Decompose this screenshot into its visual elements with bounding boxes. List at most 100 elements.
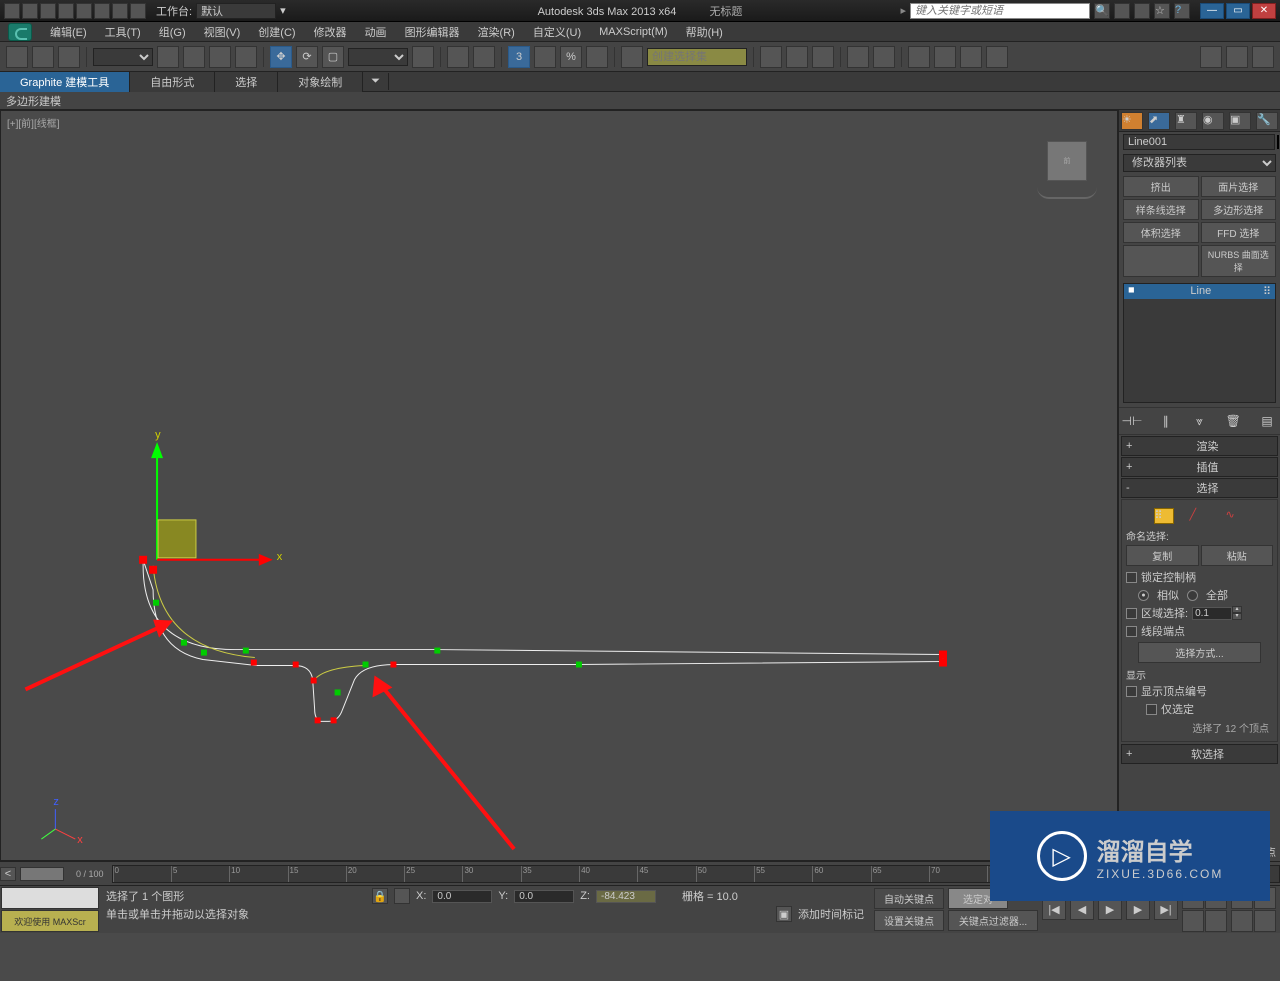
ref-coord-system[interactable] bbox=[348, 48, 408, 66]
area-down-icon[interactable]: ▾ bbox=[1232, 613, 1242, 620]
x-coord[interactable] bbox=[432, 890, 492, 903]
teapot3-icon[interactable] bbox=[1252, 46, 1274, 68]
btn-splinesel[interactable]: 样条线选择 bbox=[1123, 199, 1199, 220]
curve-editor-icon[interactable] bbox=[847, 46, 869, 68]
remove-mod-icon[interactable]: 🗑 bbox=[1224, 414, 1242, 428]
spinner-snap-icon[interactable] bbox=[586, 46, 608, 68]
menu-create[interactable]: 创建(C) bbox=[250, 22, 303, 42]
named-selection-set[interactable] bbox=[647, 48, 747, 66]
link-icon[interactable] bbox=[130, 3, 146, 19]
all-radio[interactable] bbox=[1187, 590, 1198, 601]
drop-icon[interactable] bbox=[76, 3, 92, 19]
snap-toggle-icon[interactable]: 3 bbox=[508, 46, 530, 68]
selection-filter[interactable] bbox=[93, 48, 153, 66]
link-icon[interactable] bbox=[6, 46, 28, 68]
nav-orbit-icon[interactable] bbox=[1182, 910, 1204, 932]
key-icon[interactable] bbox=[1114, 3, 1130, 19]
menu-help[interactable]: 帮助(H) bbox=[678, 22, 731, 42]
menu-rendering[interactable]: 渲染(R) bbox=[470, 22, 523, 42]
only-sel-check[interactable] bbox=[1146, 704, 1157, 715]
alike-radio[interactable] bbox=[1138, 590, 1149, 601]
z-coord[interactable] bbox=[596, 890, 656, 903]
unlink-icon[interactable] bbox=[32, 46, 54, 68]
tab-toggle-icon[interactable]: ⏷ bbox=[363, 73, 389, 90]
hierarchy-tab-icon[interactable]: ♜ bbox=[1175, 112, 1197, 130]
iso-icon[interactable] bbox=[394, 888, 410, 904]
utilities-tab-icon[interactable]: 🔧 bbox=[1256, 112, 1278, 130]
segend-check[interactable] bbox=[1126, 626, 1137, 637]
drop2-icon[interactable] bbox=[112, 3, 128, 19]
goto-start-icon[interactable]: |◀ bbox=[1042, 900, 1066, 920]
rollout-render[interactable]: +渲染 bbox=[1121, 436, 1278, 456]
unique-icon[interactable]: ⩔ bbox=[1191, 414, 1209, 428]
angle-snap-icon[interactable] bbox=[534, 46, 556, 68]
timeline-toggle-icon[interactable]: < bbox=[0, 867, 16, 881]
rollout-select[interactable]: -选择 bbox=[1121, 478, 1278, 498]
bind-icon[interactable] bbox=[58, 46, 80, 68]
mirror-icon[interactable] bbox=[760, 46, 782, 68]
material-editor-icon[interactable] bbox=[908, 46, 930, 68]
tab-selection[interactable]: 选择 bbox=[215, 72, 278, 92]
star-icon[interactable]: ☆ bbox=[1154, 3, 1170, 19]
next-frame-icon[interactable]: ▶ bbox=[1126, 900, 1150, 920]
rotate-icon[interactable]: ⟳ bbox=[296, 46, 318, 68]
vertex-subobj-icon[interactable]: ⠿ bbox=[1154, 508, 1174, 524]
keyfilter-button[interactable]: 关键点过滤器... bbox=[948, 910, 1038, 931]
menu-views[interactable]: 视图(V) bbox=[196, 22, 249, 42]
select-region-icon[interactable] bbox=[209, 46, 231, 68]
prev-frame-icon[interactable]: ◀ bbox=[1070, 900, 1094, 920]
close-button[interactable]: ✕ bbox=[1252, 3, 1276, 19]
rendered-frame-icon[interactable] bbox=[960, 46, 982, 68]
minimize-button[interactable]: — bbox=[1200, 3, 1224, 19]
motion-tab-icon[interactable]: ◉ bbox=[1202, 112, 1224, 130]
menu-animation[interactable]: 动画 bbox=[357, 22, 395, 42]
btn-ffdsel[interactable]: FFD 选择 bbox=[1201, 222, 1277, 243]
teapot1-icon[interactable] bbox=[1200, 46, 1222, 68]
help-icon[interactable]: ? bbox=[1174, 3, 1190, 19]
menu-grapheditors[interactable]: 图形编辑器 bbox=[397, 22, 468, 42]
show-end-icon[interactable]: ∥ bbox=[1157, 414, 1175, 428]
maximize-button[interactable]: ▭ bbox=[1226, 3, 1250, 19]
maxscript-mini-button[interactable] bbox=[1, 887, 99, 909]
btn-extrude[interactable]: 挤出 bbox=[1123, 176, 1199, 197]
modifier-list[interactable]: 修改器列表 bbox=[1123, 154, 1276, 172]
nav-minmax-icon[interactable] bbox=[1254, 910, 1276, 932]
keymode-icon[interactable] bbox=[473, 46, 495, 68]
btn-empty[interactable] bbox=[1123, 245, 1199, 277]
tab-objectpaint[interactable]: 对象绘制 bbox=[278, 72, 363, 92]
tab-freeform[interactable]: 自由形式 bbox=[130, 72, 215, 92]
manip-icon[interactable] bbox=[447, 46, 469, 68]
btn-volsel[interactable]: 体积选择 bbox=[1123, 222, 1199, 243]
menu-customize[interactable]: 自定义(U) bbox=[525, 22, 589, 42]
percent-snap-icon[interactable]: % bbox=[560, 46, 582, 68]
time-tag-icon[interactable]: ▣ bbox=[776, 906, 792, 922]
btn-nurbssel[interactable]: NURBS 曲面选择 bbox=[1201, 245, 1277, 277]
goto-end-icon[interactable]: ▶| bbox=[1154, 900, 1178, 920]
save-icon[interactable] bbox=[40, 3, 56, 19]
scale-icon[interactable]: ▢ bbox=[322, 46, 344, 68]
layers-icon[interactable] bbox=[812, 46, 834, 68]
render-icon[interactable] bbox=[986, 46, 1008, 68]
rollout-soft[interactable]: +软选择 bbox=[1121, 744, 1278, 764]
btn-polysel[interactable]: 多边形选择 bbox=[1201, 199, 1277, 220]
pin-stack-icon[interactable]: ⊣⊢ bbox=[1123, 414, 1141, 428]
stack-item-line[interactable]: Line⠿ bbox=[1124, 284, 1275, 299]
menu-maxscript[interactable]: MAXScript(M) bbox=[591, 24, 675, 40]
move-icon[interactable]: ✥ bbox=[270, 46, 292, 68]
lock-selection-icon[interactable]: 🔒 bbox=[372, 888, 388, 904]
autokey-button[interactable]: 自动关键点 bbox=[874, 888, 944, 909]
menu-edit[interactable]: 编辑(E) bbox=[42, 22, 95, 42]
edit-named-sel-icon[interactable] bbox=[621, 46, 643, 68]
select-icon[interactable] bbox=[157, 46, 179, 68]
time-slider[interactable] bbox=[20, 867, 64, 881]
workspace-chevron-icon[interactable]: ▾ bbox=[280, 4, 286, 17]
setkey-button[interactable]: 设置关键点 bbox=[874, 910, 944, 931]
nav-max-icon[interactable] bbox=[1205, 910, 1227, 932]
menu-tools[interactable]: 工具(T) bbox=[97, 22, 149, 42]
modifier-stack[interactable]: Line⠿ bbox=[1123, 283, 1276, 403]
show-vnum-check[interactable] bbox=[1126, 686, 1137, 697]
spline-subobj-icon[interactable]: ∿ bbox=[1226, 508, 1246, 524]
object-name-input[interactable] bbox=[1123, 134, 1275, 150]
undo-icon[interactable] bbox=[58, 3, 74, 19]
workspace-input[interactable] bbox=[196, 3, 276, 19]
